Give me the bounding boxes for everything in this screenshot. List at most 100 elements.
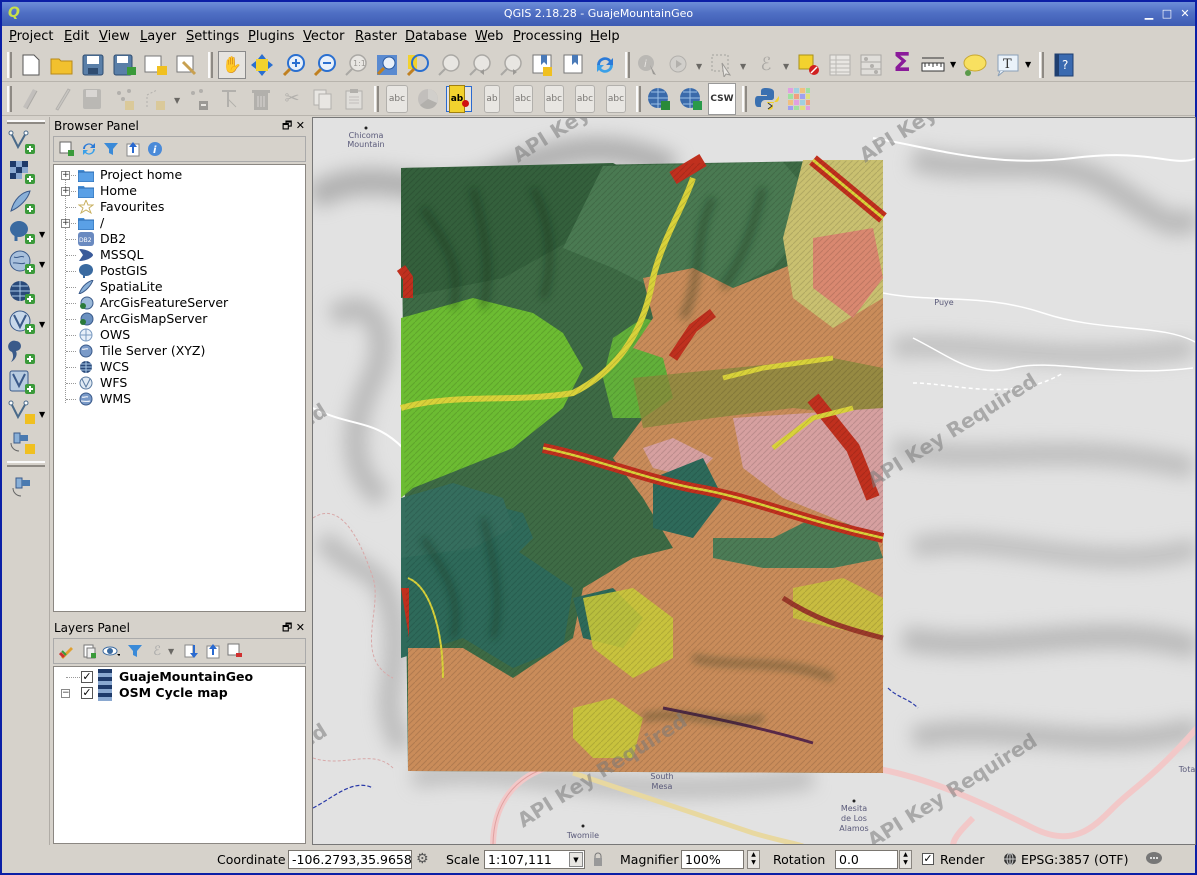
add-wms-dropdown[interactable]: ▼ xyxy=(39,261,47,269)
open-project-icon[interactable] xyxy=(49,52,75,78)
menu-settings[interactable]: Settings xyxy=(186,29,239,44)
measure-dropdown[interactable]: ▼ xyxy=(950,61,958,69)
browser-item[interactable]: WMS xyxy=(54,391,304,407)
browser-item[interactable]: + Project home xyxy=(54,167,304,183)
menu-database[interactable]: Database xyxy=(405,29,467,44)
rotation-field[interactable]: 0.0 xyxy=(835,850,898,869)
browser-item[interactable]: WFS xyxy=(54,375,304,391)
toolbar-grip[interactable] xyxy=(208,52,213,78)
add-wms-layer-icon[interactable] xyxy=(7,248,37,276)
menu-view[interactable]: View xyxy=(99,29,130,44)
minimize-button[interactable]: ▁ xyxy=(1142,7,1156,21)
vertex-tool-icon[interactable] xyxy=(143,86,169,112)
highlight-pinned-labels-icon[interactable]: ab xyxy=(479,85,505,113)
browser-item[interactable]: MSSQL xyxy=(54,247,304,263)
filter-legend-icon[interactable] xyxy=(126,642,144,660)
paste-features-icon[interactable] xyxy=(341,86,367,112)
zoom-native-icon[interactable]: 1:1 xyxy=(343,52,369,78)
add-virtual-layer-icon[interactable] xyxy=(7,368,37,396)
measure-icon[interactable] xyxy=(920,52,946,78)
menu-raster[interactable]: Raster xyxy=(355,29,397,44)
toolbar-grip[interactable] xyxy=(636,86,641,112)
whats-this-help-icon[interactable]: ? xyxy=(1051,52,1077,78)
browser-item[interactable]: PostGIS xyxy=(54,263,304,279)
pan-icon[interactable]: ✋ xyxy=(218,51,246,79)
menu-web[interactable]: Web xyxy=(475,29,503,44)
layer-visibility-checkbox[interactable]: ✓ xyxy=(81,671,93,683)
attribute-table-icon[interactable] xyxy=(827,52,853,78)
color-grid-icon[interactable] xyxy=(786,86,812,112)
close-panel-button[interactable]: ✕ xyxy=(296,119,305,132)
statistical-summary-icon[interactable]: Σ xyxy=(889,50,915,76)
toolbar-grip[interactable] xyxy=(374,86,379,112)
add-group-icon[interactable] xyxy=(80,642,98,660)
python-console-icon[interactable] xyxy=(754,86,780,112)
expand-toggle[interactable]: + xyxy=(61,171,70,180)
expand-all-icon[interactable] xyxy=(182,642,200,660)
toggle-editing-icon[interactable] xyxy=(49,86,75,112)
metasearch-icon[interactable] xyxy=(646,86,672,112)
select-by-expression-icon[interactable]: ℰ xyxy=(753,52,779,78)
delete-selected-icon[interactable] xyxy=(248,86,274,112)
move-label-icon[interactable]: abc xyxy=(541,85,567,113)
text-annotation-icon[interactable]: T xyxy=(995,52,1021,78)
zoom-out-icon[interactable] xyxy=(312,52,338,78)
menu-processing[interactable]: Processing xyxy=(513,29,582,44)
browser-item[interactable]: Favourites xyxy=(54,198,304,215)
toggle-extents-icon[interactable]: ⚙ xyxy=(416,851,429,867)
refresh-icon[interactable] xyxy=(80,140,98,158)
new-shapefile-icon[interactable] xyxy=(7,398,37,426)
add-feature-icon[interactable] xyxy=(112,86,138,112)
vertex-tool-dropdown[interactable]: ▼ xyxy=(174,97,182,105)
toolbar-grip[interactable] xyxy=(7,120,45,124)
layer-diagram-icon[interactable] xyxy=(415,86,441,112)
remove-layer-icon[interactable] xyxy=(226,642,244,660)
browser-item[interactable]: + Home xyxy=(54,183,304,199)
identify-icon[interactable]: i xyxy=(635,52,661,78)
layer-row[interactable]: ✓ GuajeMountainGeo xyxy=(54,669,304,685)
toolbar-grip[interactable] xyxy=(7,86,12,112)
copy-features-icon[interactable] xyxy=(310,86,336,112)
pan-to-selection-icon[interactable] xyxy=(249,52,275,78)
add-vector-layer-icon[interactable] xyxy=(7,128,37,156)
style-manager-icon[interactable] xyxy=(58,642,76,660)
menu-plugins[interactable]: Plugins xyxy=(248,29,295,44)
browser-item[interactable]: ArcGisMapServer xyxy=(54,311,304,327)
menu-edit[interactable]: Edit xyxy=(64,29,89,44)
browser-item[interactable]: DB2 DB2 xyxy=(54,231,304,247)
field-calculator-icon[interactable] xyxy=(858,52,884,78)
refresh-icon[interactable] xyxy=(592,52,618,78)
zoom-to-selection-icon[interactable] xyxy=(405,52,431,78)
expand-toggle[interactable]: + xyxy=(61,219,70,228)
float-panel-button[interactable]: 🗗 xyxy=(282,119,292,132)
new-project-icon[interactable] xyxy=(18,52,44,78)
menu-help[interactable]: Help xyxy=(590,29,620,44)
new-print-composer-icon[interactable] xyxy=(143,52,169,78)
crs-button[interactable]: EPSG:3857 (OTF) xyxy=(1021,852,1128,867)
filter-by-expression-dropdown[interactable]: ▼ xyxy=(168,648,176,656)
add-wfs-layer-icon[interactable] xyxy=(7,308,37,336)
browser-item[interactable]: Tile Server (XYZ) xyxy=(54,343,304,359)
select-features-icon[interactable] xyxy=(709,52,735,78)
scale-combobox[interactable]: 1:107,111 ▼ xyxy=(484,850,585,869)
coordinate-field[interactable]: -106.2793,35.9658 xyxy=(288,850,412,869)
show-hide-labels-icon[interactable]: abc xyxy=(510,85,536,113)
current-edits-icon[interactable] xyxy=(18,86,44,112)
toolbar-grip[interactable] xyxy=(625,52,630,78)
browser-item[interactable]: + / xyxy=(54,215,304,231)
show-bookmarks-icon[interactable] xyxy=(561,52,587,78)
browser-item[interactable]: OWS xyxy=(54,327,304,343)
csw-icon[interactable]: CSW xyxy=(708,83,736,115)
save-as-icon[interactable] xyxy=(112,52,138,78)
expand-toggle[interactable]: + xyxy=(61,187,70,196)
add-wfs-dropdown[interactable]: ▼ xyxy=(39,321,47,329)
collapse-toggle[interactable]: − xyxy=(61,689,70,698)
toolbar-grip[interactable] xyxy=(742,86,747,112)
run-action-icon[interactable] xyxy=(666,52,692,78)
layer-row[interactable]: − ✓ OSM Cycle map xyxy=(54,685,304,701)
menu-vector[interactable]: Vector xyxy=(303,29,344,44)
collapse-all-icon[interactable] xyxy=(124,140,142,158)
layer-visibility-checkbox[interactable]: ✓ xyxy=(81,687,93,699)
gps-info-icon[interactable] xyxy=(7,473,37,501)
new-layer-dropdown[interactable]: ▼ xyxy=(39,411,47,419)
